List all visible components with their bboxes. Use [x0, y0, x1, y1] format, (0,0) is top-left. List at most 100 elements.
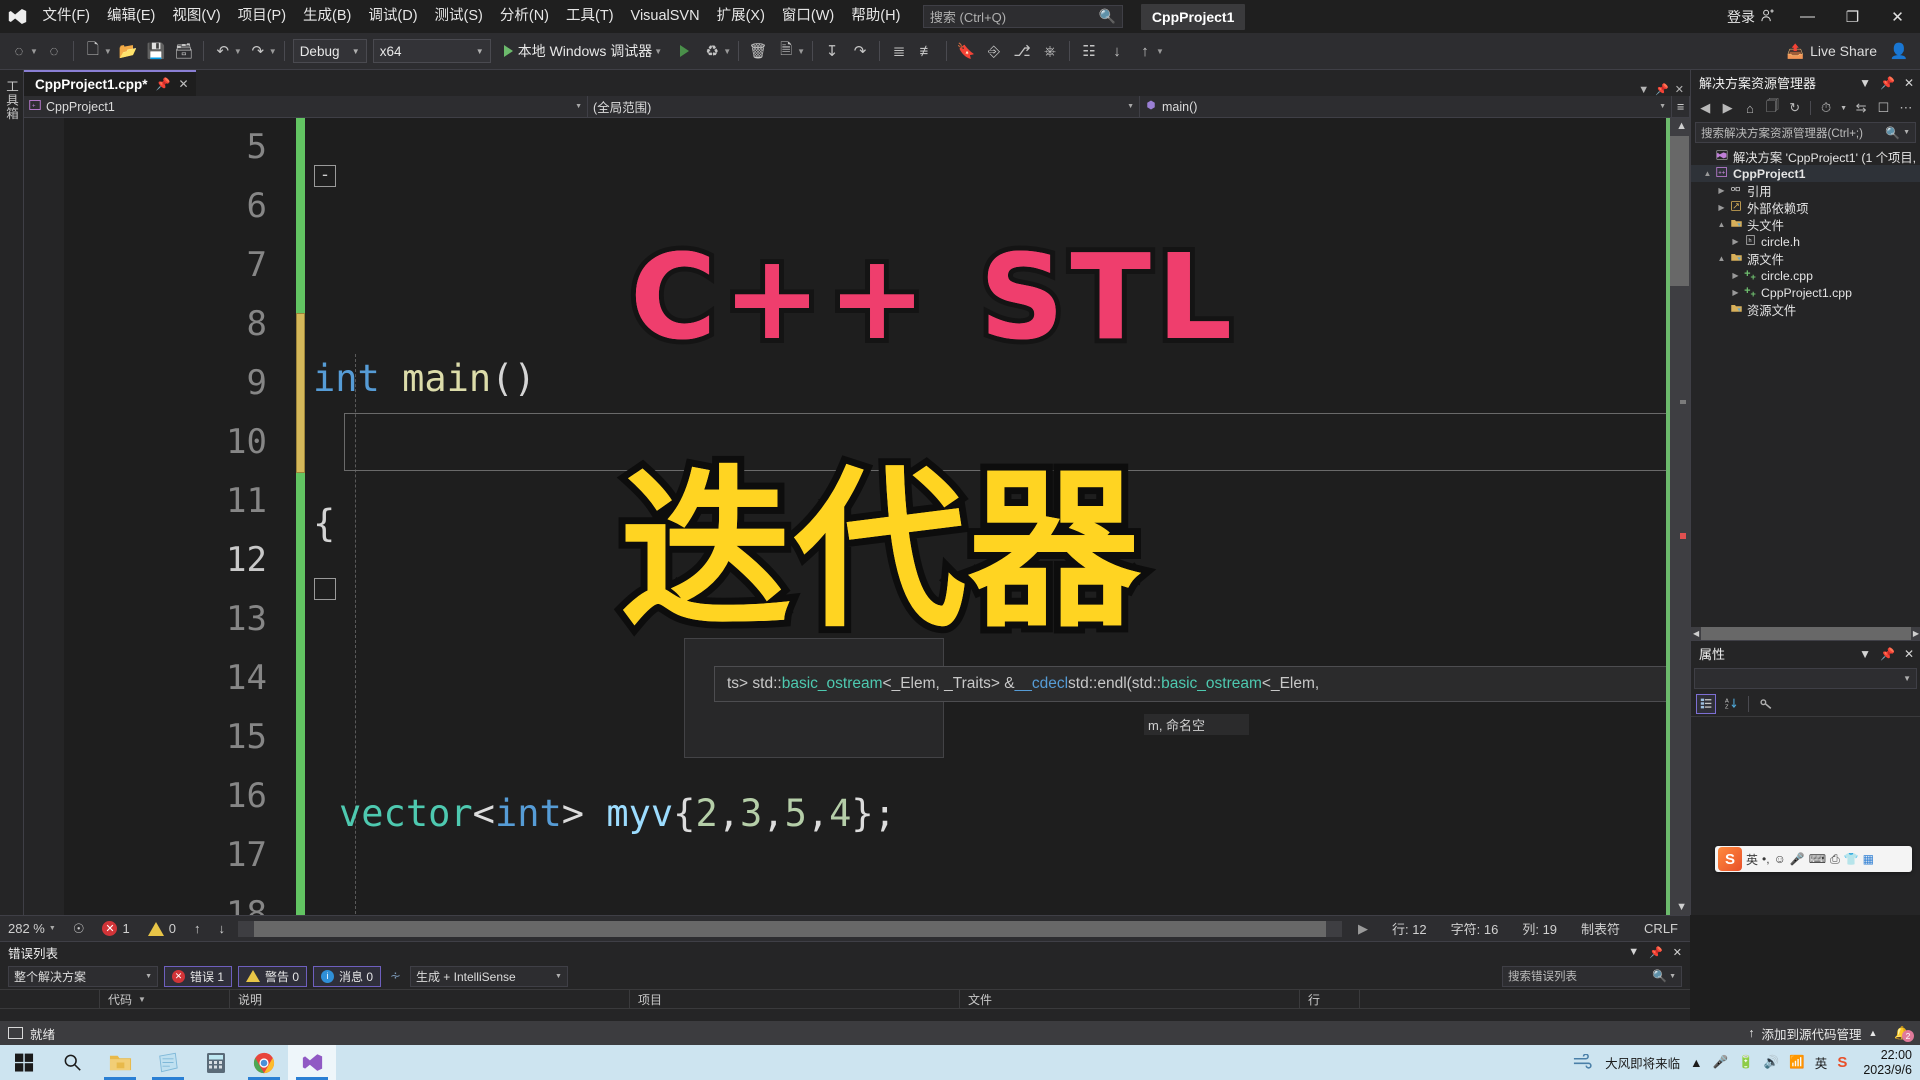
- error-count[interactable]: ✕ 1: [93, 921, 138, 936]
- bookmark-clear-icon[interactable]: ⎈: [1037, 38, 1063, 64]
- pin-icon[interactable]: 📌: [1880, 647, 1895, 661]
- scrollbar-thumb[interactable]: [1701, 627, 1911, 640]
- menu-visualsvn[interactable]: VisualSVN: [622, 0, 708, 33]
- collapse-all-icon[interactable]: ☐: [1874, 99, 1892, 118]
- close-icon[interactable]: ✕: [1675, 83, 1684, 96]
- tree-item-resource-files[interactable]: 资源文件: [1691, 301, 1920, 318]
- live-share-account-icon[interactable]: 👤: [1886, 38, 1912, 64]
- restore-button[interactable]: ❐: [1830, 0, 1875, 33]
- chevron-down-icon[interactable]: ▼: [1638, 84, 1649, 96]
- scroll-down-icon[interactable]: ▼: [1676, 901, 1687, 913]
- eol-mode[interactable]: CRLF: [1632, 921, 1690, 936]
- column-description[interactable]: 说明: [230, 989, 630, 1009]
- battery-icon[interactable]: 🔋: [1738, 1055, 1754, 1070]
- back-nav-icon[interactable]: ◌: [6, 38, 32, 64]
- expander-icon[interactable]: ▶: [1715, 203, 1728, 212]
- window-layout-caret-icon[interactable]: ▼: [797, 47, 805, 56]
- sogou-ime-toolbar[interactable]: S 英 •, ☺ 🎤 ⌨ ⎙ 👕 ▦: [1715, 846, 1912, 872]
- expander-icon[interactable]: ▲: [1715, 254, 1728, 263]
- home-icon[interactable]: ⌂: [1741, 99, 1759, 118]
- error-search-input[interactable]: 搜索错误列表 🔍 ▼: [1502, 965, 1682, 987]
- chevron-down-icon[interactable]: ▼: [1839, 99, 1848, 118]
- pin-icon[interactable]: 📌: [156, 77, 171, 91]
- tree-item-references[interactable]: ▶ 引用: [1691, 182, 1920, 199]
- pinyin-icon[interactable]: •,: [1762, 852, 1770, 866]
- apps-icon[interactable]: ▦: [1863, 852, 1874, 866]
- save-all-icon[interactable]: 🗃: [171, 38, 197, 64]
- undo-icon[interactable]: ↶: [210, 38, 236, 64]
- errors-toggle[interactable]: ✕ 错误 1: [164, 965, 233, 987]
- sticky-notes-icon[interactable]: [144, 1045, 192, 1080]
- chevron-up-icon[interactable]: ▲: [1869, 1028, 1878, 1038]
- skin-icon[interactable]: 👕: [1844, 852, 1859, 866]
- bell-icon[interactable]: 🔔 2: [1884, 1026, 1914, 1042]
- tree-item-circle-h[interactable]: ▶ h circle.h: [1691, 233, 1920, 250]
- close-icon[interactable]: ✕: [1904, 647, 1914, 661]
- toolbar-overflow-icon[interactable]: ▼: [1156, 47, 1164, 56]
- scrollbar-thumb[interactable]: [1669, 136, 1689, 286]
- file-explorer-icon[interactable]: [96, 1045, 144, 1080]
- zoom-level-combo[interactable]: 282 % ▼: [0, 921, 64, 936]
- new-project-icon[interactable]: 🗋: [80, 38, 106, 64]
- tab-cppproject1-cpp[interactable]: CppProject1.cpp* 📌 ✕: [24, 70, 196, 96]
- find-all-refs-icon[interactable]: ☷: [1076, 38, 1102, 64]
- nav-project-combo[interactable]: + CppProject1 ▼: [24, 95, 588, 118]
- tab-mode[interactable]: 制表符: [1569, 919, 1632, 938]
- tree-item-circle-cpp[interactable]: ▶ ++ circle.cpp: [1691, 267, 1920, 284]
- editor-vertical-scrollbar[interactable]: ▲ ▼: [1668, 118, 1690, 915]
- column-code[interactable]: 代码 ▼: [100, 989, 230, 1009]
- expander-icon[interactable]: ▲: [1715, 220, 1728, 229]
- chevron-down-icon[interactable]: ▼: [1667, 973, 1676, 980]
- nav-member-combo[interactable]: main() ▼: [1140, 95, 1672, 118]
- properties-object-combo[interactable]: ▼: [1694, 668, 1917, 689]
- up-arrow-icon[interactable]: ↑: [1132, 38, 1158, 64]
- scroll-up-icon[interactable]: ▲: [1676, 120, 1687, 132]
- chevron-down-icon[interactable]: ▼: [1859, 76, 1871, 90]
- chevron-up-icon[interactable]: ▲: [1690, 1056, 1702, 1070]
- tree-item-cppproject1-cpp[interactable]: ▶ ++ CppProject1.cpp: [1691, 284, 1920, 301]
- nav-options-icon[interactable]: ≡: [1672, 95, 1690, 118]
- menu-help[interactable]: 帮助(H): [843, 0, 909, 33]
- menu-window[interactable]: 窗口(W): [773, 0, 842, 33]
- start-without-debugging-icon[interactable]: [671, 38, 697, 64]
- ime-mode-label[interactable]: 英: [1746, 851, 1758, 868]
- scroll-right-icon[interactable]: ▶: [1913, 629, 1920, 638]
- sync-with-doc-icon[interactable]: 🗍: [1763, 98, 1781, 118]
- filter-icon[interactable]: ∻: [387, 968, 404, 984]
- keyboard-icon[interactable]: ⌨: [1809, 852, 1826, 866]
- pin-icon[interactable]: 📌: [1655, 83, 1669, 96]
- column-line[interactable]: 行: [1300, 989, 1360, 1009]
- weather-label[interactable]: 大风即将来临: [1605, 1053, 1680, 1072]
- step-into-icon[interactable]: ↧: [819, 38, 845, 64]
- menu-analyze[interactable]: 分析(N): [491, 0, 557, 33]
- tree-item-solution[interactable]: 解决方案 'CppProject1' (1 个项目,: [1691, 148, 1920, 165]
- solution-tree[interactable]: 解决方案 'CppProject1' (1 个项目, ▲ ++ CppProje…: [1691, 146, 1920, 318]
- categorized-icon[interactable]: [1696, 693, 1716, 714]
- menu-test[interactable]: 测试(S): [426, 0, 491, 33]
- ime-indicator[interactable]: 英: [1815, 1053, 1828, 1072]
- expander-icon[interactable]: ▶: [1729, 237, 1742, 246]
- taskbar-search-icon[interactable]: [48, 1045, 96, 1080]
- tree-item-header-files[interactable]: ▲ 头文件: [1691, 216, 1920, 233]
- source-control-status[interactable]: ↑ 添加到源代码管理 ▲ 🔔 2: [1748, 1024, 1920, 1043]
- mic-icon[interactable]: 🎤: [1790, 852, 1805, 866]
- tree-item-source-files[interactable]: ▲ 源文件: [1691, 250, 1920, 267]
- redo-icon[interactable]: ↷: [245, 38, 271, 64]
- start-debugging-button[interactable]: 本地 Windows 调试器 ▼: [498, 38, 671, 64]
- scroll-right-icon[interactable]: ▶: [1346, 921, 1380, 937]
- warning-count[interactable]: 0: [139, 921, 185, 936]
- menu-file[interactable]: 文件(F): [34, 0, 99, 33]
- screenshot-icon[interactable]: ⎙: [1830, 852, 1840, 867]
- refresh-icon[interactable]: ↻: [1786, 99, 1804, 118]
- error-scope-combo[interactable]: 整个解决方案 ▼: [8, 965, 158, 987]
- visual-studio-icon[interactable]: [288, 1045, 336, 1080]
- pin-icon[interactable]: 📌: [1649, 946, 1663, 959]
- menu-build[interactable]: 生成(B): [295, 0, 360, 33]
- active-project-chip[interactable]: CppProject1: [1140, 3, 1246, 30]
- menu-project[interactable]: 项目(P): [229, 0, 294, 33]
- menu-extensions[interactable]: 扩展(X): [708, 0, 773, 33]
- volume-icon[interactable]: 🔊: [1764, 1055, 1780, 1070]
- signin-button[interactable]: 登录: [1717, 7, 1785, 27]
- comment-icon[interactable]: ≢: [914, 38, 940, 64]
- solution-explorer-search[interactable]: 搜索解决方案资源管理器(Ctrl+;) 🔍 ▼: [1695, 122, 1916, 143]
